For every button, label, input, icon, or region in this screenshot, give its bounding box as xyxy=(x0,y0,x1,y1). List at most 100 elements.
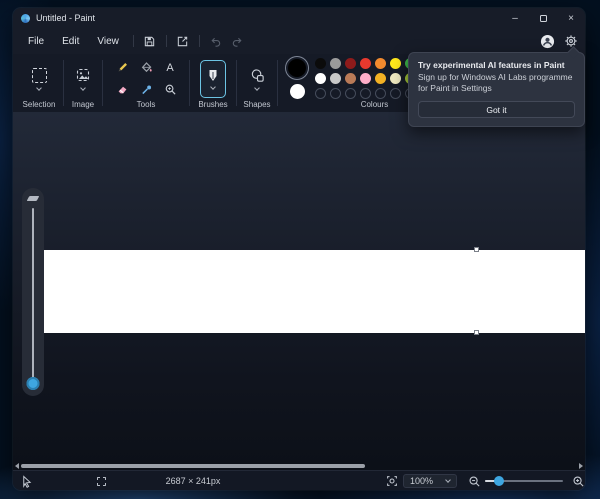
menubar-separator xyxy=(165,35,167,47)
magnifier-icon xyxy=(165,84,176,95)
redo-icon xyxy=(233,37,242,47)
colour-swatch[interactable] xyxy=(315,73,326,84)
brush-icon xyxy=(209,69,217,81)
colour-2-swatch[interactable] xyxy=(289,83,305,99)
canvas-resize-handle-bottom[interactable] xyxy=(474,330,479,335)
maximize-button[interactable] xyxy=(529,8,557,28)
chevron-down-icon xyxy=(36,84,42,91)
horizontal-scrollbar-thumb[interactable] xyxy=(21,464,365,468)
colour-swatch[interactable] xyxy=(345,58,356,69)
chevron-down-icon xyxy=(254,84,260,91)
zoom-in-button[interactable] xyxy=(572,471,585,490)
zoom-out-button[interactable] xyxy=(468,471,481,490)
menu-file[interactable]: File xyxy=(19,33,53,50)
colour-swatch[interactable] xyxy=(390,58,401,69)
flyout-body: Sign up for Windows AI Labs programme fo… xyxy=(418,72,573,93)
colour-swatch[interactable] xyxy=(330,58,341,69)
menu-edit[interactable]: Edit xyxy=(53,33,88,50)
redo-button[interactable] xyxy=(227,31,249,51)
menubar: File Edit View xyxy=(13,28,585,54)
ribbon-divider xyxy=(189,60,190,106)
image-tool-button[interactable] xyxy=(75,67,91,91)
section-selection: Selection xyxy=(17,54,61,112)
colour-swatch-empty[interactable] xyxy=(330,88,341,99)
thickness-slider-thumb[interactable] xyxy=(26,377,40,390)
statusbar: 2687 × 241px 100% xyxy=(13,470,585,490)
save-button[interactable] xyxy=(139,31,161,51)
magnifier-tool-button[interactable] xyxy=(160,80,181,99)
zoom-level-value: 100% xyxy=(410,476,434,486)
colour-swatch[interactable] xyxy=(330,73,341,84)
pencil-icon xyxy=(118,63,127,72)
zoom-slider-track[interactable] xyxy=(485,476,563,486)
selection-icon xyxy=(31,67,47,83)
colour-swatch-empty[interactable] xyxy=(360,88,371,99)
brushes-button[interactable] xyxy=(200,59,226,98)
section-label: Shapes xyxy=(243,100,271,109)
shapes-button[interactable] xyxy=(249,68,266,91)
thickness-slider[interactable] xyxy=(22,188,44,396)
colour-swatch[interactable] xyxy=(375,73,386,84)
zoom-in-icon xyxy=(573,475,584,487)
zoom-out-icon xyxy=(469,475,480,487)
eyedropper-icon xyxy=(141,85,151,95)
colour-swatch[interactable] xyxy=(360,73,371,84)
thickness-slider-track xyxy=(32,208,34,386)
eyedropper-tool-button[interactable] xyxy=(136,80,157,99)
menubar-separator xyxy=(198,35,200,47)
colour-swatch[interactable] xyxy=(315,58,326,69)
colour-swatch[interactable] xyxy=(390,73,401,84)
chevron-down-icon xyxy=(80,85,86,91)
section-label: Selection xyxy=(22,100,56,109)
ai-features-flyout: Try experimental AI features in Paint Si… xyxy=(408,46,585,127)
zoom-level-dropdown[interactable]: 100% xyxy=(403,474,457,488)
section-label: Tools xyxy=(136,100,156,109)
ribbon-divider xyxy=(63,60,64,106)
pencil-tool-button[interactable] xyxy=(112,58,133,77)
paint-canvas[interactable] xyxy=(42,250,585,333)
scroll-left-arrow[interactable] xyxy=(15,463,19,469)
horizontal-scrollbar[interactable] xyxy=(13,462,585,470)
settings-button[interactable] xyxy=(562,33,579,50)
zoom-slider[interactable] xyxy=(485,471,563,490)
save-icon xyxy=(145,36,155,46)
share-button[interactable] xyxy=(172,31,194,51)
colour-1-swatch[interactable] xyxy=(288,58,306,77)
scroll-right-arrow[interactable] xyxy=(579,463,583,469)
canvas-workarea xyxy=(13,112,585,470)
colour-swatch-empty[interactable] xyxy=(390,88,401,99)
account-icon xyxy=(540,34,555,48)
text-tool-button[interactable]: A xyxy=(160,58,181,77)
zoom-slider-thumb[interactable] xyxy=(494,476,504,486)
thickness-icon xyxy=(26,196,40,201)
colour-swatch-empty[interactable] xyxy=(315,88,326,99)
eraser-icon xyxy=(118,86,126,94)
colour-swatch-empty[interactable] xyxy=(345,88,356,99)
menu-view[interactable]: View xyxy=(88,33,128,50)
colour-swatch[interactable] xyxy=(375,58,386,69)
fit-to-screen-icon xyxy=(387,476,397,486)
selection-size-indicator xyxy=(97,471,106,490)
undo-button[interactable] xyxy=(205,31,227,51)
cursor-icon xyxy=(23,474,32,488)
colour-swatch[interactable] xyxy=(360,58,371,69)
eraser-tool-button[interactable] xyxy=(112,80,133,99)
fit-to-screen-button[interactable] xyxy=(385,471,399,490)
shapes-icon xyxy=(251,68,264,82)
minimize-button[interactable]: – xyxy=(501,8,529,28)
fill-tool-button[interactable] xyxy=(136,58,157,77)
canvas-resize-handle-top[interactable] xyxy=(474,247,479,252)
maximize-icon xyxy=(539,14,547,22)
section-image: Image xyxy=(66,54,100,112)
section-label: Colours xyxy=(360,100,389,109)
close-button[interactable]: × xyxy=(557,8,585,28)
colour-swatch-empty[interactable] xyxy=(375,88,386,99)
selection-tool-button[interactable] xyxy=(31,67,47,91)
colour-swatch[interactable] xyxy=(345,73,356,84)
paint-app-icon xyxy=(21,13,30,23)
section-brushes: Brushes xyxy=(192,54,234,112)
account-button[interactable] xyxy=(539,33,556,50)
text-tool-icon: A xyxy=(166,61,174,74)
got-it-button[interactable]: Got it xyxy=(418,101,575,118)
image-icon xyxy=(76,68,90,82)
